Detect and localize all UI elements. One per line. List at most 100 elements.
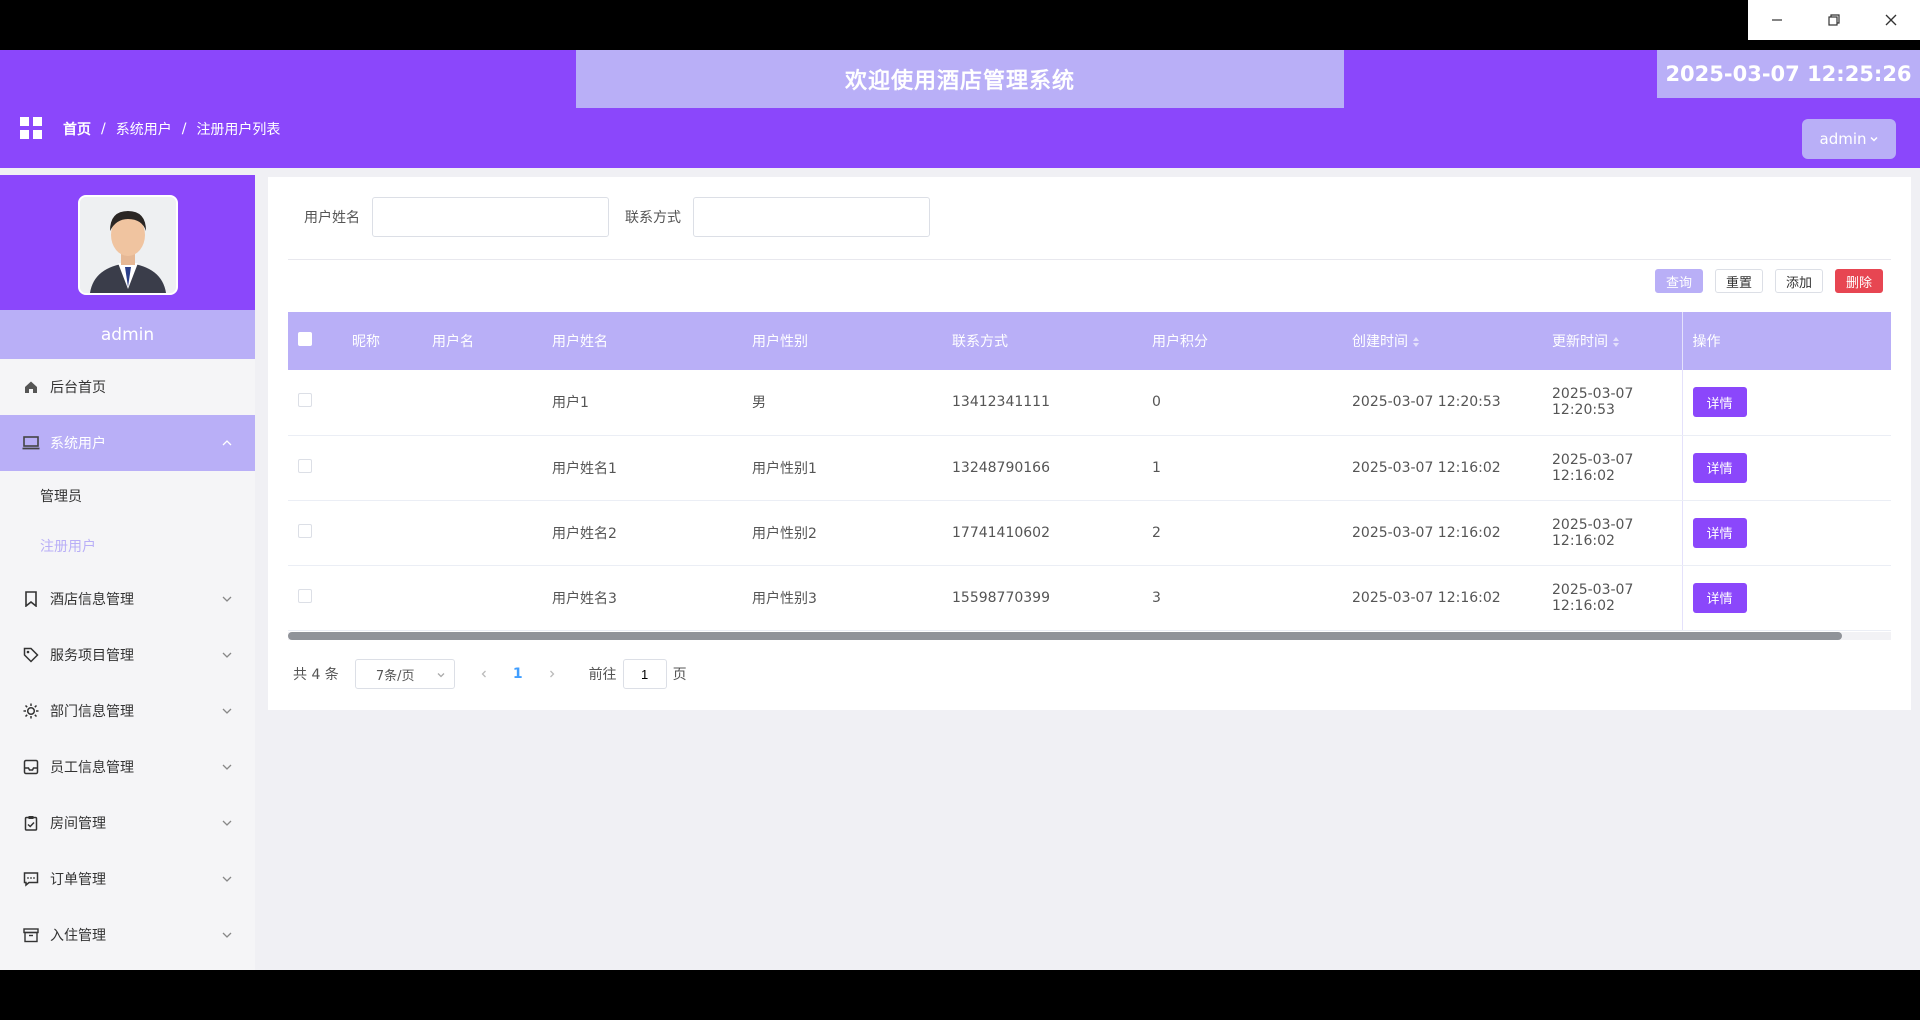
column-header-updated[interactable]: 更新时间 xyxy=(1542,312,1682,370)
sidebar-subitem-admins[interactable]: 管理员 xyxy=(0,471,255,521)
main-panel: 用户姓名 联系方式 查询 重置 添加 删除 昵称 用户名 用户姓名 用户性别 联… xyxy=(268,177,1911,710)
goto-label: 前往 xyxy=(588,667,617,683)
nickname-cell xyxy=(342,565,422,631)
prev-page-button[interactable] xyxy=(469,669,499,679)
points-cell: 1 xyxy=(1142,435,1342,501)
breadcrumb-home[interactable]: 首页 xyxy=(63,119,91,139)
name-search-input[interactable] xyxy=(372,197,609,237)
nickname-cell xyxy=(342,435,422,501)
archive-icon xyxy=(22,926,40,944)
bottom-bar xyxy=(0,970,1920,1020)
row-checkbox[interactable] xyxy=(298,588,312,603)
row-checkbox[interactable] xyxy=(298,523,312,538)
created-cell: 2025-03-07 12:16:02 xyxy=(1342,565,1542,631)
row-select-cell xyxy=(288,565,342,631)
name-cell: 用户姓名3 xyxy=(542,565,742,631)
gender-cell: 男 xyxy=(742,370,942,436)
phone-cell: 15598770399 xyxy=(942,565,1142,631)
sidebar-item-label: 部门信息管理 xyxy=(50,704,134,720)
column-header: 用户积分 xyxy=(1152,334,1208,350)
created-cell: 2025-03-07 12:16:02 xyxy=(1342,435,1542,501)
chevron-down-icon xyxy=(222,932,232,938)
column-header-created[interactable]: 创建时间 xyxy=(1342,312,1542,370)
row-checkbox[interactable] xyxy=(298,393,312,408)
sidebar-item-rooms[interactable]: 房间管理 xyxy=(0,795,255,851)
updated-cell: 2025-03-07 12:16:02 xyxy=(1542,500,1682,566)
username-cell xyxy=(422,435,542,501)
chevron-down-icon xyxy=(222,652,232,658)
sidebar-item-label: 员工信息管理 xyxy=(50,760,134,776)
sort-icon[interactable] xyxy=(1412,336,1420,348)
user-dropdown-label: admin xyxy=(1819,130,1867,148)
select-all-cell xyxy=(288,312,342,370)
sidebar-item-departments[interactable]: 部门信息管理 xyxy=(0,683,255,739)
phone-cell: 13248790166 xyxy=(942,435,1142,501)
nickname-cell xyxy=(342,370,422,436)
query-button[interactable]: 查询 xyxy=(1654,269,1703,293)
sidebar-item-label: 后台首页 xyxy=(50,380,106,396)
sidebar-item-service-items[interactable]: 服务项目管理 xyxy=(0,627,255,683)
created-cell: 2025-03-07 12:16:02 xyxy=(1342,500,1542,566)
points-cell: 0 xyxy=(1142,370,1342,436)
detail-button[interactable]: 详情 xyxy=(1692,582,1747,613)
column-header: 联系方式 xyxy=(952,334,1008,350)
sidebar-item-dashboard[interactable]: 后台首页 xyxy=(0,359,255,415)
ops-cell: 详情 xyxy=(1681,435,1891,501)
chevron-down-icon xyxy=(222,820,232,826)
delete-button[interactable]: 删除 xyxy=(1834,269,1883,293)
minimize-icon xyxy=(1771,19,1782,21)
sidebar-item-checkin[interactable]: 入住管理 xyxy=(0,907,255,963)
breadcrumb-separator: / xyxy=(181,121,187,137)
window-titlebar xyxy=(0,0,1920,50)
sidebar-item-employees[interactable]: 员工信息管理 xyxy=(0,739,255,795)
restore-button[interactable] xyxy=(1805,0,1862,40)
column-header-label: 更新时间 xyxy=(1552,334,1608,350)
add-button[interactable]: 添加 xyxy=(1774,269,1823,293)
page-number[interactable]: 1 xyxy=(513,666,523,682)
ops-cell: 详情 xyxy=(1681,565,1891,631)
row-select-cell xyxy=(288,435,342,501)
sort-icon[interactable] xyxy=(1612,336,1620,348)
detail-button[interactable]: 详情 xyxy=(1692,517,1747,548)
name-cell: 用户姓名2 xyxy=(542,500,742,566)
points-cell: 2 xyxy=(1142,500,1342,566)
username-cell xyxy=(422,370,542,436)
reset-button[interactable]: 重置 xyxy=(1714,269,1763,293)
chevron-right-icon xyxy=(549,670,554,678)
phone-search-input[interactable] xyxy=(693,197,930,237)
detail-button[interactable]: 详情 xyxy=(1692,452,1747,483)
row-checkbox[interactable] xyxy=(298,458,312,473)
points-cell: 3 xyxy=(1142,565,1342,631)
page-size-value: 7条/页 xyxy=(375,668,415,684)
user-dropdown-button[interactable]: admin xyxy=(1802,119,1896,159)
detail-button[interactable]: 详情 xyxy=(1692,387,1747,418)
goto-page-input[interactable] xyxy=(622,659,667,689)
sidebar-subitem-registered-users[interactable]: 注册用户 xyxy=(0,521,255,571)
select-all-checkbox[interactable] xyxy=(298,332,312,346)
column-header: 用户姓名 xyxy=(552,334,608,350)
updated-cell: 2025-03-07 12:16:02 xyxy=(1542,435,1682,501)
close-button[interactable] xyxy=(1863,0,1920,40)
scrollbar-thumb[interactable] xyxy=(288,632,1842,640)
close-icon xyxy=(1885,14,1897,26)
gender-cell: 用户性别3 xyxy=(742,565,942,631)
next-page-button[interactable] xyxy=(537,669,567,679)
inbox-icon xyxy=(22,758,40,776)
sidebar-item-label: 系统用户 xyxy=(50,436,106,452)
horizontal-scrollbar[interactable] xyxy=(288,632,1891,640)
table-header-row: 昵称 用户名 用户姓名 用户性别 联系方式 用户积分 创建时间 更新时间 操作 xyxy=(288,312,1891,370)
sidebar-item-hotel-info[interactable]: 酒店信息管理 xyxy=(0,571,255,627)
nickname-cell xyxy=(342,500,422,566)
grid-menu-icon[interactable] xyxy=(20,117,42,139)
minimize-button[interactable] xyxy=(1748,0,1805,40)
created-cell: 2025-03-07 12:20:53 xyxy=(1342,370,1542,436)
page-size-select[interactable]: 7条/页 xyxy=(354,659,455,689)
breadcrumb-system-users[interactable]: 系统用户 xyxy=(116,119,172,139)
table-row: 用户姓名2 用户性别2 17741410602 2 2025-03-07 12:… xyxy=(288,500,1891,566)
sidebar-item-system-users[interactable]: 系统用户 xyxy=(0,415,255,471)
restore-icon xyxy=(1828,14,1840,26)
sidebar-item-orders[interactable]: 订单管理 xyxy=(0,851,255,907)
gender-cell: 用户性别2 xyxy=(742,500,942,566)
ops-cell: 详情 xyxy=(1681,500,1891,566)
column-header: 用户性别 xyxy=(752,334,808,350)
